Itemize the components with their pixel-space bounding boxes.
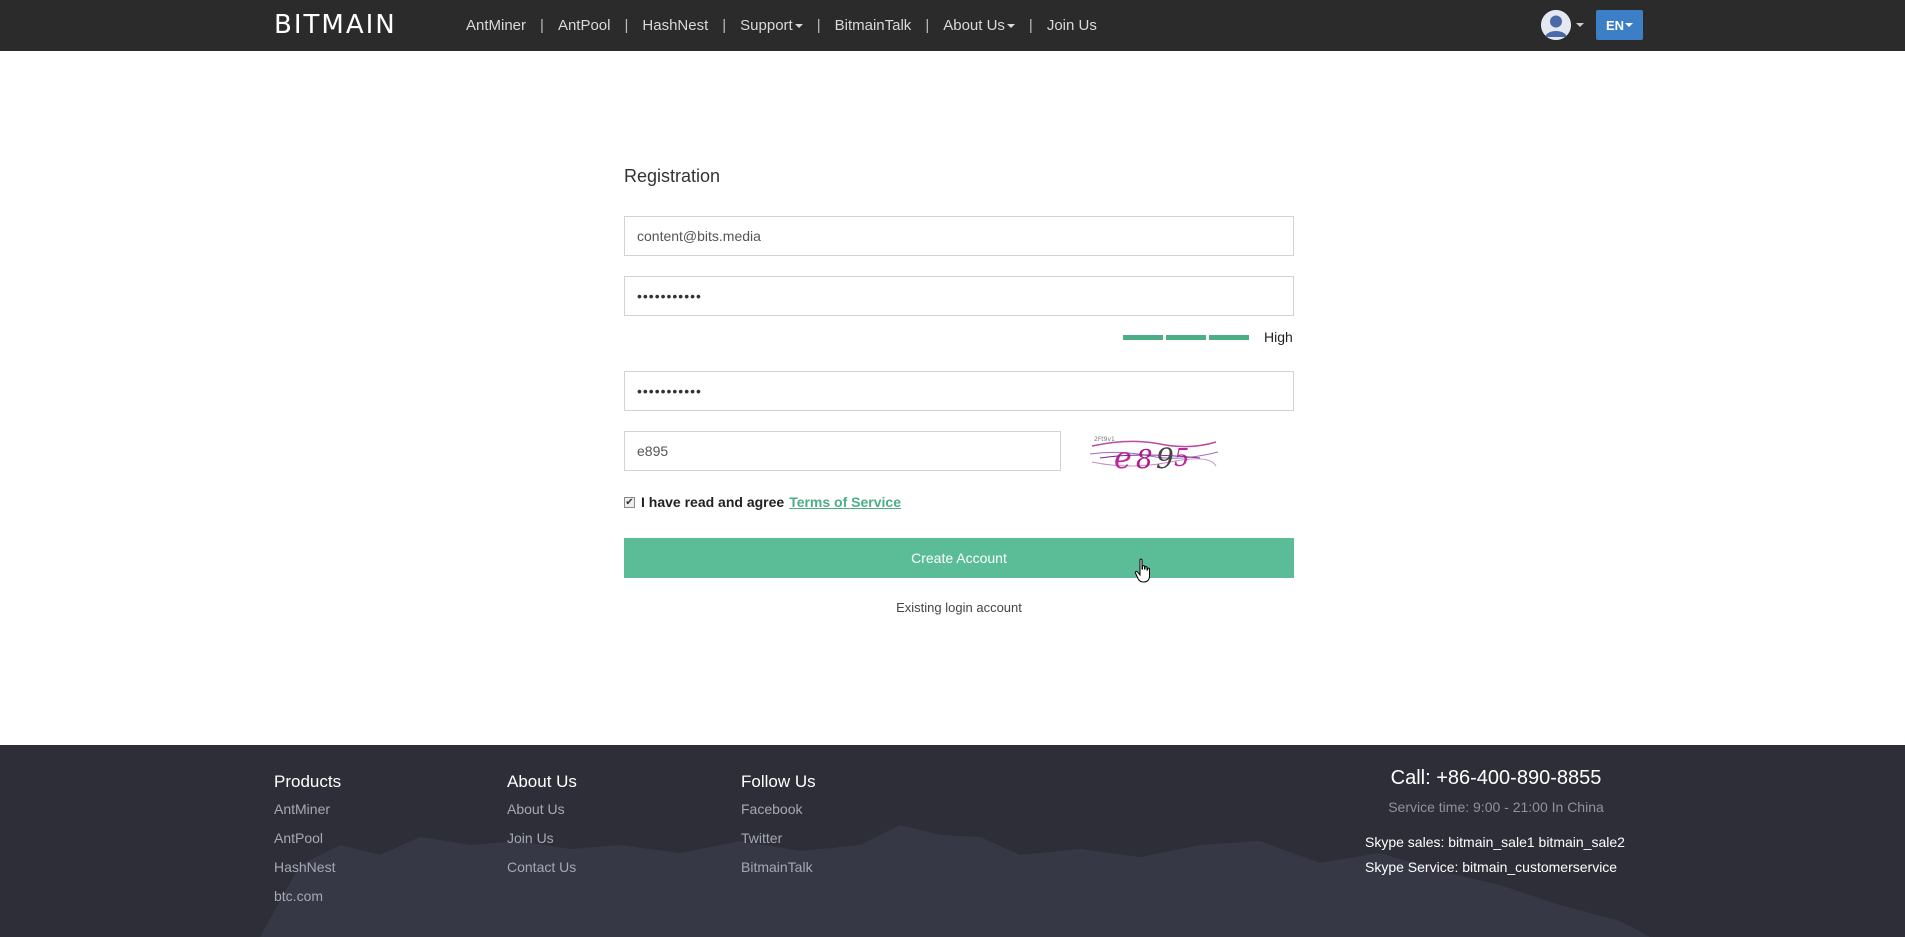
nav-item-hashnest[interactable]: HashNest [642, 17, 708, 34]
footer-column-title: Follow Us [741, 772, 816, 791]
nav-item-support-label: Support [740, 17, 793, 34]
nav-item-join-us[interactable]: Join Us [1047, 17, 1097, 34]
strength-bar-segment [1166, 334, 1206, 340]
skype-service: Skype Service: bitmain_customerservice [1365, 859, 1618, 875]
nav-item-antminer[interactable]: AntMiner [466, 17, 526, 34]
svg-text:5: 5 [1174, 444, 1189, 472]
nav-item-support[interactable]: Support [740, 17, 803, 34]
nav-separator: | [540, 17, 544, 34]
page-title: Registration [624, 166, 721, 186]
nav-item-about-us[interactable]: About Us [943, 17, 1015, 34]
user-menu[interactable] [1541, 10, 1584, 40]
footer-link[interactable]: Facebook [741, 801, 816, 817]
nav-item-about-us-label: About Us [943, 17, 1005, 34]
hand-cursor-icon [1134, 558, 1150, 583]
footer-products-column: Products AntMiner AntPool HashNest btc.c… [274, 772, 341, 917]
chevron-down-icon [794, 24, 803, 29]
agree-text: I have read and agree [641, 494, 785, 510]
strength-bar-segment [1209, 334, 1249, 340]
skype-sales: Skype sales: bitmain_sale1 bitmain_sale2 [1365, 834, 1625, 850]
nav-separator: | [816, 17, 821, 34]
password-strength-meter: High [1123, 329, 1293, 345]
svg-text:9: 9 [1156, 442, 1174, 475]
footer-link[interactable]: Join Us [507, 830, 577, 846]
main-nav: AntMiner | AntPool | HashNest | Support … [466, 0, 1097, 51]
footer-link[interactable]: Twitter [741, 830, 816, 846]
create-account-button[interactable]: Create Account [624, 538, 1294, 578]
confirm-password-field[interactable]: ••••••••••• [624, 371, 1294, 411]
nav-separator: | [1028, 17, 1033, 34]
footer-link[interactable]: BitmainTalk [741, 859, 816, 875]
user-avatar-icon [1541, 10, 1571, 40]
footer-link[interactable]: AntMiner [274, 801, 341, 817]
chevron-down-icon [1625, 23, 1634, 27]
svg-text:2Ft9v1: 2Ft9v1 [1094, 436, 1115, 443]
svg-text:8: 8 [1136, 445, 1153, 475]
footer-column-title: About Us [507, 772, 577, 791]
terms-agreement: ✔ I have read and agree Terms of Service [624, 494, 901, 510]
footer-follow-column: Follow Us Facebook Twitter BitmainTalk [741, 772, 816, 888]
language-label: EN [1605, 17, 1625, 33]
chevron-down-icon [1006, 24, 1015, 29]
existing-login-link[interactable]: Existing login account [624, 600, 1294, 615]
strength-bar-segment [1123, 334, 1163, 340]
email-field[interactable]: content@bits.media [624, 216, 1294, 256]
nav-separator: | [722, 17, 727, 34]
captcha-image[interactable]: 2Ft9v1 e 8 9 5 [1090, 432, 1218, 476]
terms-of-service-link[interactable]: Terms of Service [789, 494, 901, 510]
top-navbar: BITMAIN AntMiner | AntPool | HashNest | … [0, 0, 1905, 51]
footer-link[interactable]: AntPool [274, 830, 341, 846]
service-time: Service time: 9:00 - 21:00 In China [1388, 799, 1604, 815]
language-selector[interactable]: EN [1596, 10, 1643, 40]
svg-text:e: e [1114, 441, 1132, 476]
footer-link[interactable]: About Us [507, 801, 577, 817]
site-footer: Products AntMiner AntPool HashNest btc.c… [0, 745, 1905, 937]
bitmain-logo[interactable]: BITMAIN [274, 12, 397, 38]
nav-separator: | [624, 17, 629, 34]
nav-item-antpool[interactable]: AntPool [558, 17, 611, 34]
captcha-input[interactable]: e895 [624, 431, 1061, 471]
footer-about-column: About Us About Us Join Us Contact Us [507, 772, 577, 888]
footer-contact: Call: +86-400-890-8855 Service time: 9:0… [1360, 767, 1632, 880]
password-field[interactable]: ••••••••••• [624, 276, 1294, 316]
nav-separator: | [925, 17, 930, 34]
nav-item-bitmaintalk[interactable]: BitmainTalk [835, 17, 912, 34]
footer-link[interactable]: btc.com [274, 888, 341, 904]
footer-link[interactable]: Contact Us [507, 859, 577, 875]
call-number: Call: +86-400-890-8855 [1390, 767, 1602, 789]
strength-label: High [1264, 329, 1293, 345]
footer-column-title: Products [274, 772, 342, 791]
footer-link[interactable]: HashNest [274, 859, 341, 875]
chevron-down-icon [1576, 23, 1584, 27]
agree-checkbox[interactable]: ✔ [624, 496, 635, 508]
